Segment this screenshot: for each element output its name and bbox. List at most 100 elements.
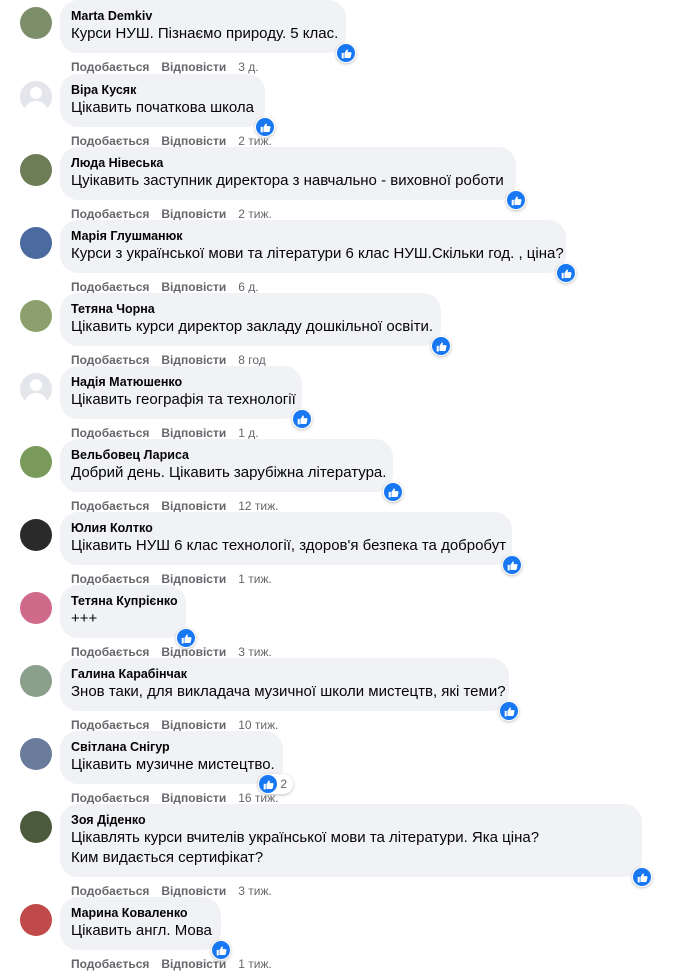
reply-button[interactable]: Відповісти [161, 60, 226, 74]
like-button[interactable]: Подобається [71, 499, 149, 513]
comment-author[interactable]: Тетяна Чорна [71, 301, 429, 317]
reaction-badge[interactable] [502, 555, 522, 575]
comment-bubble: Надія Матюшенко Цікавить географія та тех… [60, 366, 312, 429]
reaction-badge[interactable] [431, 336, 451, 356]
comment-timestamp[interactable]: 16 тиж. [238, 791, 278, 805]
reply-button[interactable]: Відповісти [161, 499, 226, 513]
comment-text: Цікавить музичне мистецтво. [71, 756, 275, 773]
comment-timestamp[interactable]: 1 д. [238, 426, 258, 440]
reply-button[interactable]: Відповісти [161, 884, 226, 898]
like-button[interactable]: Подобається [71, 718, 149, 732]
avatar[interactable] [20, 373, 52, 405]
comment-author[interactable]: Світлана Снігур [71, 739, 271, 755]
comment-text: Цікавить курси директор закладу дошкільн… [71, 318, 433, 335]
reaction-badge[interactable] [499, 701, 519, 721]
comment-author[interactable]: Тетяна Купрієнко [71, 593, 178, 609]
comment-timestamp[interactable]: 3 тиж. [238, 884, 272, 898]
comment-text: Курси з української мови та літератури 6… [71, 245, 564, 262]
like-button[interactable]: Подобається [71, 207, 149, 221]
comment-author[interactable]: Надія Матюшенко [71, 374, 290, 390]
comment-text: Курси НУШ. Пізнаємо природу. 5 клас. [71, 25, 339, 42]
comment-text: Цікавить географія та технології [71, 391, 296, 408]
reply-button[interactable]: Відповісти [161, 134, 226, 148]
comment-timestamp[interactable]: 3 д. [238, 60, 258, 74]
comment-timestamp[interactable]: 8 год [238, 353, 266, 367]
like-button[interactable]: Подобається [71, 353, 149, 367]
reply-button[interactable]: Відповісти [161, 718, 226, 732]
like-button[interactable]: Подобається [71, 645, 149, 659]
comment-author[interactable]: Marta Demkiv [71, 8, 334, 24]
comment-author[interactable]: Марина Коваленко [71, 905, 209, 921]
like-button[interactable]: Подобається [71, 791, 149, 805]
comment-text: Цуікавить заступник директора з навчальн… [71, 172, 504, 189]
reaction-badge[interactable] [556, 263, 576, 283]
comment-bubble: Марина Коваленко Цікавить англ. Мова [60, 897, 231, 960]
comment-timestamp[interactable]: 2 тиж. [238, 207, 272, 221]
thumbs-up-icon [384, 483, 402, 501]
thumbs-up-icon [503, 556, 521, 574]
avatar[interactable] [20, 300, 52, 332]
comment-timestamp[interactable]: 12 тиж. [238, 499, 278, 513]
like-button[interactable]: Подобається [71, 280, 149, 294]
thumbs-up-icon [500, 702, 518, 720]
avatar[interactable] [20, 154, 52, 186]
comment-timestamp[interactable]: 6 д. [238, 280, 258, 294]
comment-text: Цікавить НУШ 6 клас технології, здоров'я… [71, 537, 507, 554]
reaction-badge[interactable] [292, 409, 312, 429]
avatar[interactable] [20, 665, 52, 697]
avatar[interactable] [20, 738, 52, 770]
comment-author[interactable]: Галина Карабінчак [71, 666, 497, 682]
avatar[interactable] [20, 904, 52, 936]
comment-text: Знов таки, для викладача музичної школи … [71, 683, 506, 700]
reply-button[interactable]: Відповісти [161, 791, 226, 805]
reply-button[interactable]: Відповісти [161, 353, 226, 367]
comment-bubble: Тетяна Купрієнко +++ [60, 585, 196, 648]
reaction-count: 2 [280, 777, 287, 791]
comment-bubble: Люда Нівеська Цуікавить заступник директо… [60, 147, 526, 210]
thumbs-up-icon [507, 191, 525, 209]
like-button[interactable]: Подобається [71, 426, 149, 440]
avatar[interactable] [20, 446, 52, 478]
avatar[interactable] [20, 7, 52, 39]
avatar[interactable] [20, 81, 52, 113]
reaction-badge[interactable] [506, 190, 526, 210]
comment-author[interactable]: Марія Глушманюк [71, 228, 554, 244]
reaction-badge[interactable] [383, 482, 403, 502]
thumbs-up-icon [432, 337, 450, 355]
comment-timestamp[interactable]: 1 тиж. [238, 957, 272, 971]
comment-author[interactable]: Люда Нівеська [71, 155, 504, 171]
reply-button[interactable]: Відповісти [161, 426, 226, 440]
comment-author[interactable]: Юлия Колтко [71, 520, 500, 536]
like-button[interactable]: Подобається [71, 884, 149, 898]
comment-text: Цікавить англ. Мова [71, 922, 212, 939]
like-button[interactable]: Подобається [71, 60, 149, 74]
comment-actions: Подобається Відповісти 1 тиж. [71, 956, 272, 972]
avatar[interactable] [20, 519, 52, 551]
reply-button[interactable]: Відповісти [161, 572, 226, 586]
avatar[interactable] [20, 227, 52, 259]
comment-text: Цікавить початкова школа [71, 99, 254, 116]
comment-bubble: Зоя Діденко Цікавлять курси вчителів укра… [60, 804, 652, 887]
comment-actions: Подобається Відповісти 3 д. [71, 59, 259, 75]
comment-author[interactable]: Вельбовец Лариса [71, 447, 381, 463]
avatar[interactable] [20, 811, 52, 843]
reply-button[interactable]: Відповісти [161, 280, 226, 294]
comment-timestamp[interactable]: 3 тиж. [238, 645, 272, 659]
reply-button[interactable]: Відповісти [161, 207, 226, 221]
comment-author[interactable]: Зоя Діденко [71, 812, 630, 828]
comment-text: Цікавлять курси вчителів української мов… [71, 829, 540, 866]
comment-timestamp[interactable]: 10 тиж. [238, 718, 278, 732]
like-button[interactable]: Подобається [71, 134, 149, 148]
comment-bubble: Світлана Снігур Цікавить музичне мистецтв… [60, 731, 293, 794]
like-button[interactable]: Подобається [71, 957, 149, 971]
reaction-badge[interactable] [632, 867, 652, 887]
comment-text: +++ [71, 610, 98, 627]
reaction-badge[interactable] [336, 43, 356, 63]
avatar[interactable] [20, 592, 52, 624]
comment-timestamp[interactable]: 2 тиж. [238, 134, 272, 148]
reply-button[interactable]: Відповісти [161, 957, 226, 971]
reply-button[interactable]: Відповісти [161, 645, 226, 659]
like-button[interactable]: Подобається [71, 572, 149, 586]
comment-author[interactable]: Віра Кусяк [71, 82, 253, 98]
comment-timestamp[interactable]: 1 тиж. [238, 572, 272, 586]
